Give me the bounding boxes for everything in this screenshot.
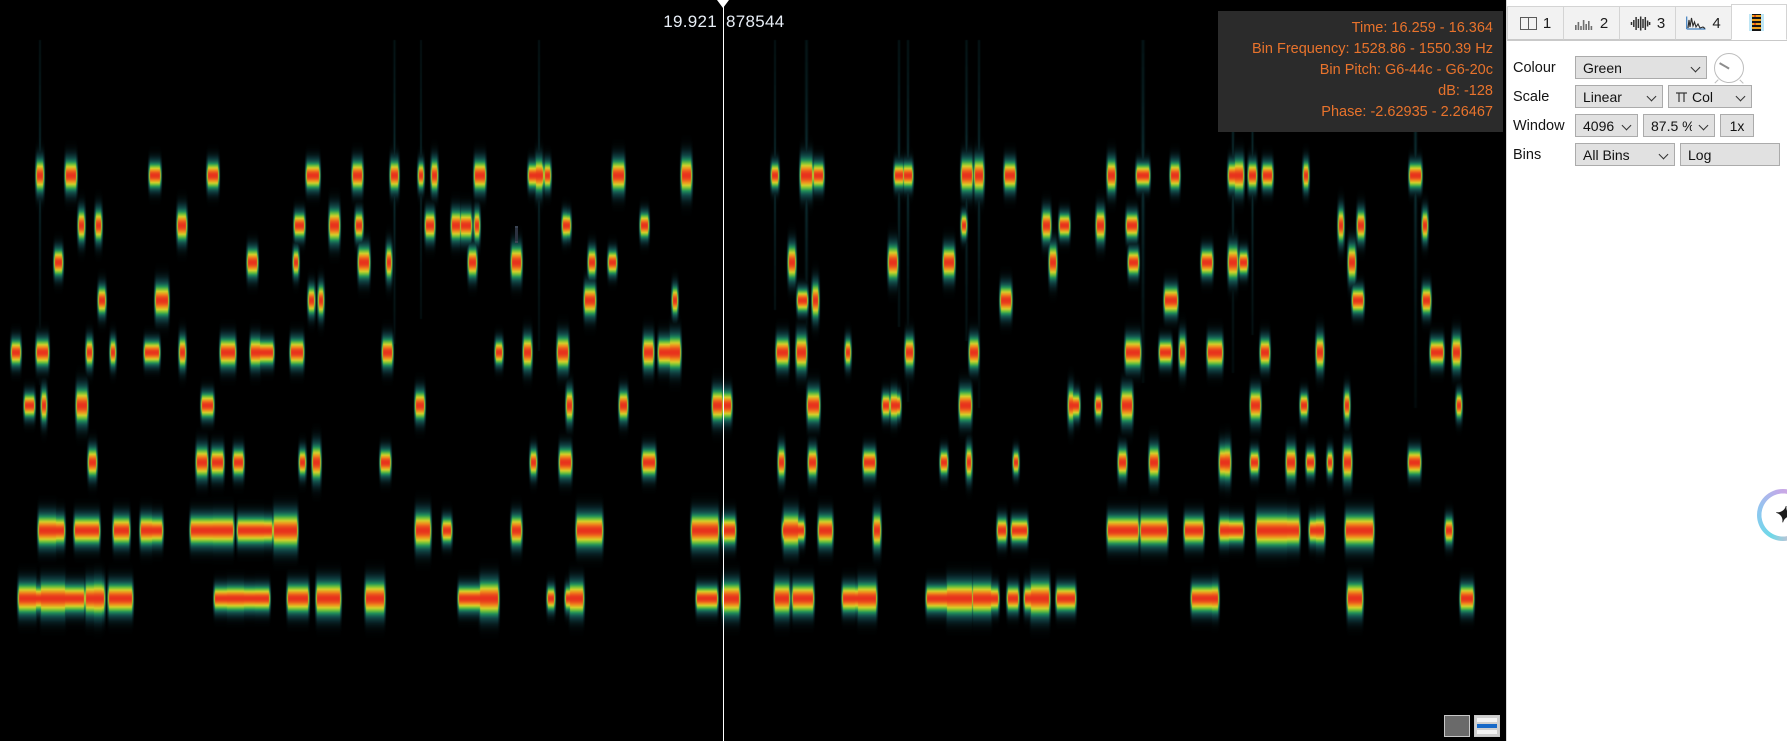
bins-scale-field[interactable]: Log bbox=[1680, 143, 1780, 166]
spectrum-curve-icon bbox=[1686, 16, 1706, 30]
brightness-knob[interactable] bbox=[1714, 52, 1744, 84]
spectrogram-icon bbox=[1748, 13, 1764, 31]
tab-1-label: 1 bbox=[1542, 14, 1552, 32]
bins-row: Bins All Bins Log bbox=[1513, 140, 1787, 169]
tab-1[interactable]: 1 bbox=[1507, 6, 1563, 40]
text-cursor-icon bbox=[515, 226, 518, 243]
spectrogram-settings: Colour Green Scale Linear Col Window 409… bbox=[1507, 41, 1787, 169]
orientation-select[interactable]: Col bbox=[1668, 85, 1752, 108]
tooltip-bin-frequency: Bin Frequency: 1528.86 - 1550.39 Hz bbox=[1251, 41, 1493, 57]
bar-spectrum-icon bbox=[1574, 17, 1594, 30]
orientation-value: Col bbox=[1692, 88, 1714, 105]
scrollbar-track-bottom bbox=[1477, 730, 1497, 734]
playhead-handle[interactable] bbox=[717, 0, 729, 8]
pan-tool-button[interactable] bbox=[1444, 715, 1470, 737]
scale-value: Linear bbox=[1583, 88, 1622, 105]
chevron-down-icon bbox=[1660, 150, 1669, 159]
chevron-down-icon bbox=[1700, 121, 1709, 130]
tab-4-label: 4 bbox=[1712, 14, 1721, 32]
window-row: Window 4096 87.5 % 1x bbox=[1513, 111, 1787, 140]
bins-label: Bins bbox=[1513, 146, 1542, 163]
tab-3-label: 3 bbox=[1656, 14, 1666, 32]
tooltip-time: Time: 16.259 - 16.364 bbox=[1351, 20, 1493, 36]
assistant-glyph-icon: ✦ bbox=[1772, 500, 1787, 529]
bins-select[interactable]: All Bins bbox=[1575, 143, 1675, 166]
split-pane-icon bbox=[1519, 16, 1537, 30]
tab-4[interactable]: 4 bbox=[1675, 6, 1731, 40]
colour-row: Colour Green bbox=[1513, 52, 1787, 84]
bins-value: All Bins bbox=[1583, 146, 1630, 163]
window-label: Window bbox=[1513, 117, 1565, 134]
window-multiplier-value: 1x bbox=[1729, 117, 1745, 134]
window-size-select[interactable]: 4096 bbox=[1575, 114, 1638, 137]
colour-value: Green bbox=[1583, 59, 1622, 76]
window-multiplier-field[interactable]: 1x bbox=[1720, 114, 1754, 137]
colour-label: Colour bbox=[1513, 59, 1556, 76]
tab-strip: 1 2 3 4 bbox=[1507, 0, 1787, 41]
waveform-icon bbox=[1630, 16, 1651, 31]
scrollbar-track-top bbox=[1477, 718, 1497, 722]
scrollbar-toggle-button[interactable] bbox=[1474, 715, 1500, 737]
tooltip-bin-pitch: Bin Pitch: G6-44c - G6-20c bbox=[1319, 62, 1493, 78]
colour-select[interactable]: Green bbox=[1575, 56, 1707, 79]
scrollbar-thumb bbox=[1477, 724, 1497, 728]
chevron-down-icon bbox=[1737, 92, 1746, 101]
window-overlap-value: 87.5 % bbox=[1651, 117, 1692, 134]
spectrogram-corner-buttons bbox=[1444, 715, 1500, 737]
tooltip-db: dB: -128 bbox=[1438, 83, 1493, 99]
chevron-down-icon bbox=[1623, 121, 1632, 130]
cursor-info-tooltip: Time: 16.259 - 16.364 Bin Frequency: 152… bbox=[1218, 11, 1503, 132]
tab-2-label: 2 bbox=[1599, 14, 1609, 32]
tab-3[interactable]: 3 bbox=[1619, 6, 1675, 40]
assistant-orb-button[interactable]: ✦ bbox=[1757, 489, 1787, 541]
window-overlap-select[interactable]: 87.5 % bbox=[1643, 114, 1715, 137]
column-orientation-icon bbox=[1676, 89, 1687, 105]
spectrogram-view[interactable]: 19.921 878544 Time: 16.259 - 16.364 Bin … bbox=[0, 0, 1506, 741]
chevron-down-icon bbox=[1692, 63, 1701, 72]
playhead-line[interactable] bbox=[723, 0, 724, 741]
scale-select[interactable]: Linear bbox=[1575, 85, 1663, 108]
tooltip-phase: Phase: -2.62935 - 2.26467 bbox=[1321, 104, 1493, 120]
tab-2[interactable]: 2 bbox=[1563, 6, 1619, 40]
scale-row: Scale Linear Col bbox=[1513, 82, 1787, 111]
window-size-value: 4096 bbox=[1583, 117, 1615, 134]
bins-scale-value: Log bbox=[1688, 146, 1712, 163]
application-window: 19.921 878544 Time: 16.259 - 16.364 Bin … bbox=[0, 0, 1787, 741]
chevron-down-icon bbox=[1648, 92, 1657, 101]
control-panel: 1 2 3 4 Colour Green Scale Linear Col Wi… bbox=[1506, 0, 1787, 741]
scale-label: Scale bbox=[1513, 88, 1550, 105]
tab-5[interactable] bbox=[1731, 4, 1787, 40]
